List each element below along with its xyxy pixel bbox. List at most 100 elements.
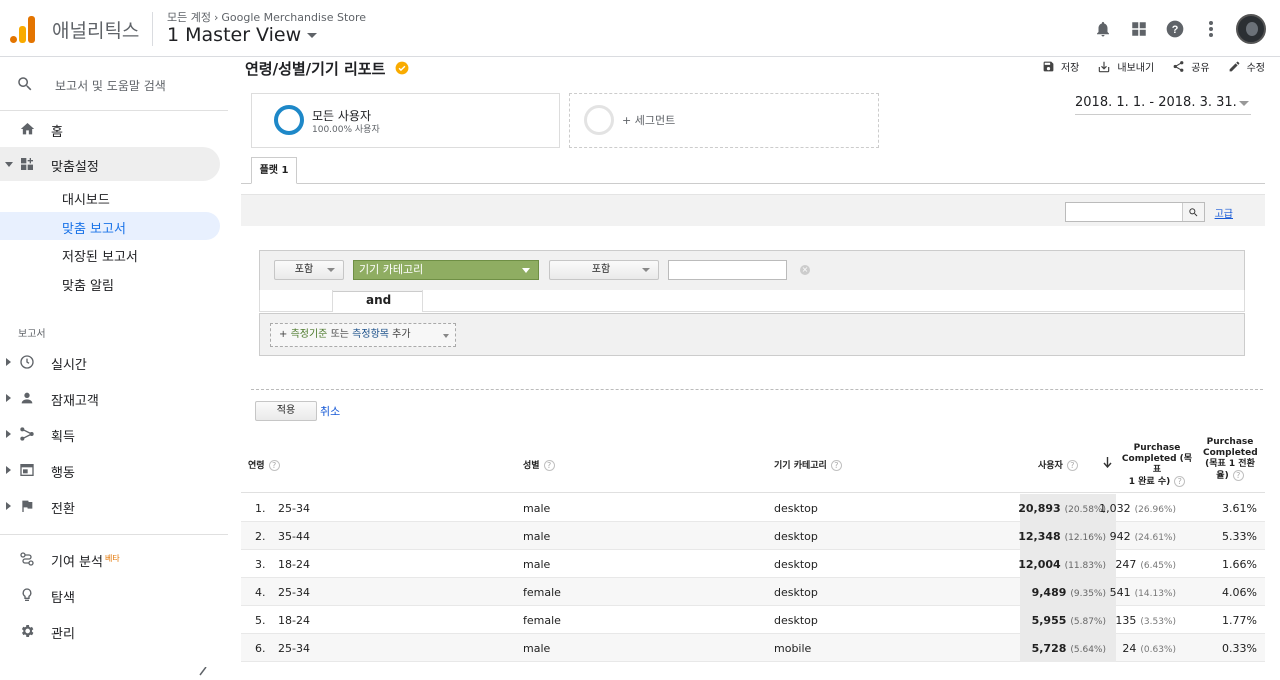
view-selector[interactable]: 1 Master View bbox=[167, 24, 318, 46]
sidebar-item-behavior[interactable]: 행동 bbox=[0, 453, 228, 487]
header-line: 1 완료 수) bbox=[1128, 477, 1171, 487]
sidebar-item-custom-alerts[interactable]: 맞춤 알림 bbox=[0, 269, 220, 297]
breadcrumb[interactable]: 모든 계정 › Google Merchandise Store bbox=[167, 9, 366, 25]
cell-age[interactable]: 18-24 bbox=[278, 614, 310, 627]
column-header-device[interactable]: 기기 카테고리? bbox=[774, 458, 842, 471]
sidebar-item-saved-reports[interactable]: 저장된 보고서 bbox=[0, 240, 220, 268]
report-title-text: 연령/성별/기기 리포트 bbox=[245, 60, 386, 78]
sidebar-item-acquisition[interactable]: 획득 bbox=[0, 417, 228, 451]
add-segment-button[interactable]: + 세그먼트 bbox=[569, 93, 879, 148]
clear-filter-icon[interactable]: × bbox=[800, 265, 810, 275]
expand-arrow-icon[interactable] bbox=[5, 162, 13, 167]
cell-device[interactable]: desktop bbox=[774, 558, 818, 571]
cell-gender[interactable]: male bbox=[523, 642, 550, 655]
help-icon[interactable]: ? bbox=[543, 460, 555, 471]
share-icon bbox=[1173, 61, 1184, 72]
help-icon[interactable]: ? bbox=[1158, 13, 1192, 45]
expand-arrow-icon[interactable] bbox=[6, 358, 11, 366]
help-icon[interactable]: ? bbox=[1066, 460, 1078, 471]
table-row[interactable]: 3. 18-24 male desktop 12,004 (11.83%) 247 (6.45… bbox=[241, 550, 1265, 578]
share-button[interactable]: 공유 bbox=[1172, 59, 1210, 74]
help-icon[interactable]: ? bbox=[1232, 470, 1244, 481]
edit-label: 수정 bbox=[1246, 63, 1265, 74]
cell-age[interactable]: 35-44 bbox=[278, 530, 310, 543]
breadcrumb-property[interactable]: Google Merchandise Store bbox=[221, 11, 366, 24]
cell-device[interactable]: desktop bbox=[774, 502, 818, 515]
cell-device[interactable]: desktop bbox=[774, 586, 818, 599]
cell-age[interactable]: 25-34 bbox=[278, 502, 310, 515]
avatar[interactable] bbox=[1236, 14, 1266, 44]
sidebar-item-attribution[interactable]: 기여 분석 베타 bbox=[0, 542, 228, 576]
column-header-age[interactable]: 연령? bbox=[248, 458, 280, 471]
collapse-sidebar-icon[interactable] bbox=[198, 661, 208, 680]
filter-value-input[interactable] bbox=[668, 260, 787, 280]
analytics-logo-icon[interactable] bbox=[10, 15, 36, 43]
sidebar-item-dashboards[interactable]: 대시보드 bbox=[0, 183, 220, 211]
match-type-select[interactable]: 포함 bbox=[549, 260, 659, 280]
sort-descending-icon[interactable] bbox=[1103, 457, 1112, 468]
sidebar-item-audience[interactable]: 잠재고객 bbox=[0, 381, 228, 415]
cell-gender[interactable]: female bbox=[523, 614, 561, 627]
cell-device[interactable]: desktop bbox=[774, 614, 818, 627]
cell-gender[interactable]: male bbox=[523, 558, 550, 571]
cell-conversion-rate: 0.33% bbox=[1222, 642, 1257, 655]
expand-arrow-icon[interactable] bbox=[6, 502, 11, 510]
sidebar-item-label: 맞춤설정 bbox=[51, 160, 99, 175]
header-line: Completed (목표 bbox=[1121, 454, 1193, 475]
column-header-gender[interactable]: 성별? bbox=[523, 458, 555, 471]
sidebar-search[interactable]: 보고서 및 도움말 검색 bbox=[0, 67, 232, 103]
sidebar-item-discover[interactable]: 탐색 bbox=[0, 578, 228, 612]
help-icon[interactable]: ? bbox=[268, 460, 280, 471]
help-icon[interactable]: ? bbox=[830, 460, 842, 471]
search-button[interactable] bbox=[1182, 203, 1204, 221]
breadcrumb-account[interactable]: 모든 계정 bbox=[167, 11, 211, 24]
sidebar-item-conversions[interactable]: 전환 bbox=[0, 489, 228, 523]
table-row[interactable]: 1. 25-34 male desktop 20,893 (20.58%) 1,032 (26… bbox=[241, 494, 1265, 522]
export-button[interactable]: 내보내기 bbox=[1097, 59, 1154, 74]
expand-arrow-icon[interactable] bbox=[6, 466, 11, 474]
sidebar-item-customization[interactable]: 맞춤설정 bbox=[0, 147, 220, 181]
segment-all-users[interactable]: 모든 사용자 100.00% 사용자 bbox=[251, 93, 560, 148]
cancel-link[interactable]: 취소 bbox=[320, 403, 340, 419]
cell-users: 9,489 (9.35%) bbox=[1032, 586, 1106, 599]
advanced-filter-link[interactable]: 고급 bbox=[1215, 205, 1233, 220]
column-header-purchase-rate[interactable]: Purchase Completed (목표 1 전환 율)? bbox=[1203, 437, 1258, 482]
expand-arrow-icon[interactable] bbox=[6, 394, 11, 402]
dimension-select[interactable]: 기기 카테고리 bbox=[353, 260, 539, 280]
cell-age[interactable]: 25-34 bbox=[278, 642, 310, 655]
bell-icon[interactable] bbox=[1086, 13, 1120, 45]
table-row[interactable]: 4. 25-34 female desktop 9,489 (9.35%) 541 (14.1… bbox=[241, 578, 1265, 606]
table-row[interactable]: 5. 18-24 female desktop 5,955 (5.87%) 135 (3.53… bbox=[241, 606, 1265, 634]
apps-grid-icon[interactable] bbox=[1122, 13, 1156, 45]
save-button[interactable]: 저장 bbox=[1042, 59, 1079, 74]
apply-button[interactable]: 적용 bbox=[255, 401, 317, 421]
cell-age[interactable]: 18-24 bbox=[278, 558, 310, 571]
add-dimension-or-metric-button[interactable]: + 측정기준 또는 측정항목 추가 bbox=[270, 323, 456, 347]
table-search-input[interactable] bbox=[1065, 202, 1205, 222]
expand-arrow-icon[interactable] bbox=[6, 430, 11, 438]
cell-device[interactable]: desktop bbox=[774, 530, 818, 543]
tab-flat-1[interactable]: 플랫 1 bbox=[251, 157, 297, 184]
cell-age[interactable]: 25-34 bbox=[278, 586, 310, 599]
column-header-users[interactable]: 사용자? bbox=[1038, 458, 1078, 471]
more-vert-icon[interactable] bbox=[1194, 13, 1228, 45]
table-row[interactable]: 6. 25-34 male mobile 5,728 (5.64%) 24 (0.63%) 0.… bbox=[241, 634, 1265, 662]
include-select[interactable]: 포함 bbox=[274, 260, 344, 280]
search-input[interactable]: 보고서 및 도움말 검색 bbox=[55, 77, 166, 94]
edit-button[interactable]: 수정 bbox=[1228, 59, 1265, 74]
cell-purchase-completed: 24 (0.63%) bbox=[1122, 642, 1176, 655]
date-range-picker[interactable]: 2018. 1. 1. - 2018. 3. 31. bbox=[1075, 95, 1251, 115]
cell-gender[interactable]: male bbox=[523, 502, 550, 515]
sidebar-item-custom-reports[interactable]: 맞춤 보고서 bbox=[0, 212, 220, 240]
row-number: 6. bbox=[255, 642, 266, 655]
cell-gender[interactable]: male bbox=[523, 530, 550, 543]
cell-device[interactable]: mobile bbox=[774, 642, 811, 655]
sidebar-item-admin[interactable]: 관리 bbox=[0, 614, 228, 648]
table-row[interactable]: 2. 35-44 male desktop 12,348 (12.16%) 942 (24.6… bbox=[241, 522, 1265, 550]
help-icon[interactable]: ? bbox=[1174, 476, 1186, 487]
sidebar-item-home[interactable]: 홈 bbox=[0, 112, 228, 146]
sidebar-item-realtime[interactable]: 실시간 bbox=[0, 345, 228, 379]
column-header-purchase-completed[interactable]: Purchase Completed (목표 1 완료 수)? bbox=[1118, 443, 1196, 488]
cell-gender[interactable]: female bbox=[523, 586, 561, 599]
svg-text:?: ? bbox=[1172, 24, 1179, 36]
